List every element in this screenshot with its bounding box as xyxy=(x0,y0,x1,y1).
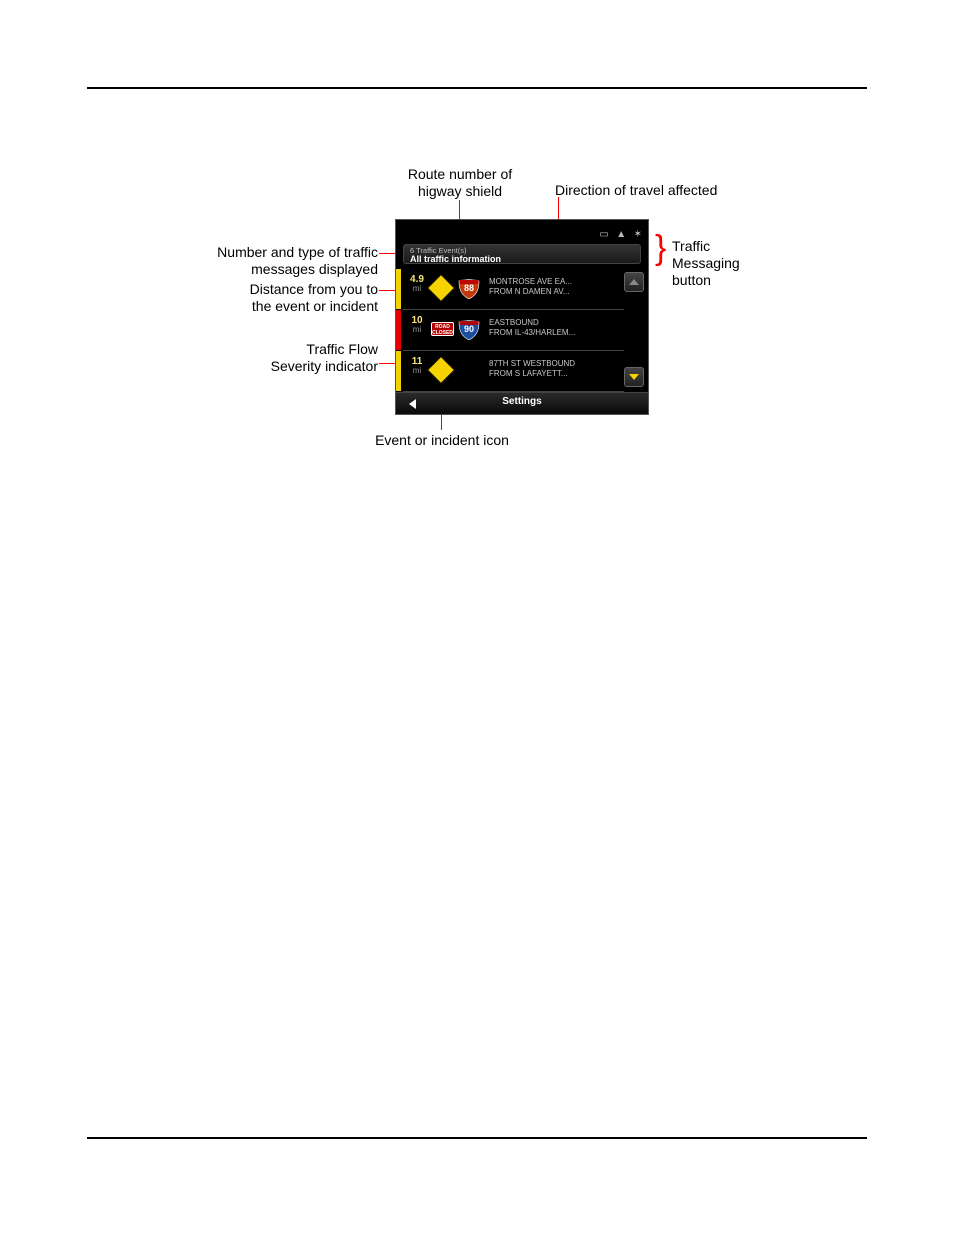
event-description: 87TH ST WESTBOUNDFROM S LAFAYETT... xyxy=(489,359,622,379)
distance-label: 4.9mi xyxy=(406,274,428,293)
scroll-up-button[interactable] xyxy=(624,272,644,292)
warning-icon: ▲ xyxy=(616,229,626,240)
settings-button[interactable]: Settings xyxy=(396,396,648,407)
chevron-up-icon xyxy=(629,279,639,285)
event-description: EASTBOUNDFROM IL-43/HARLEM... xyxy=(489,318,622,338)
status-bar: ▭ ▲ ✶ xyxy=(596,224,642,242)
severity-indicator xyxy=(396,269,401,309)
callout-direction: Direction of travel affected xyxy=(555,182,717,199)
gps-traffic-screen: ▭ ▲ ✶ 6 Traffic Event(s) All traffic inf… xyxy=(395,219,649,415)
incident-icon xyxy=(431,360,451,380)
traffic-messaging-button[interactable]: 6 Traffic Event(s) All traffic informati… xyxy=(403,244,641,264)
traffic-row[interactable]: 10miROADCLOSED 90 EASTBOUNDFROM IL-43/HARL… xyxy=(403,310,624,351)
bottom-rule xyxy=(87,1137,867,1139)
event-description: MONTROSE AVE EA...FROM N DAMEN AV... xyxy=(489,277,622,297)
distance-label: 11mi xyxy=(406,356,428,375)
severity-indicator xyxy=(396,351,401,391)
callout-event-icon: Event or incident icon xyxy=(358,432,526,449)
incident-icon xyxy=(431,278,451,298)
satellite-icon: ✶ xyxy=(634,229,642,240)
highway-shield-icon: 88 xyxy=(458,279,480,297)
traffic-row[interactable]: 11mi 87TH ST WESTBOUNDFROM S LAFAYETT... xyxy=(403,351,624,392)
highway-shield-icon: 90 xyxy=(458,320,480,338)
traffic-row[interactable]: 4.9mi 88 MONTROSE AVE EA...FROM N DAMEN AV… xyxy=(403,269,624,310)
callout-distance: Distance from you to the event or incide… xyxy=(220,281,378,315)
severity-indicator xyxy=(396,310,401,350)
callout-traffic-button: Traffic Messaging button xyxy=(672,238,740,289)
distance-label: 10mi xyxy=(406,315,428,334)
road-closed-icon: ROADCLOSED xyxy=(431,319,451,339)
callout-num-type: Number and type of traffic messages disp… xyxy=(190,244,378,278)
callout-severity: Traffic Flow Severity indicator xyxy=(240,341,378,375)
brace-icon: } xyxy=(655,241,666,256)
header-title: All traffic information xyxy=(410,255,634,264)
top-rule xyxy=(87,87,867,89)
callout-route-shield: Route number of higway shield xyxy=(380,166,540,200)
chevron-down-icon xyxy=(629,374,639,380)
traffic-list: 4.9mi 88 MONTROSE AVE EA...FROM N DAMEN AV… xyxy=(396,269,648,393)
battery-icon: ▭ xyxy=(599,229,608,240)
scroll-down-button[interactable] xyxy=(624,367,644,387)
footer-bar: Settings xyxy=(396,392,648,414)
